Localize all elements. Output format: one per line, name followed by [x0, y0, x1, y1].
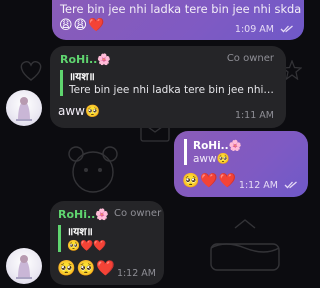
reply-preview[interactable]: RoHi..🌸 aww🥺 [184, 139, 294, 165]
reply-name: ॥यश॥ [69, 71, 95, 83]
reply-text: aww🥺 [193, 153, 230, 165]
message-text: aww🥺 [58, 104, 100, 118]
sender-name[interactable]: RoHi..🌸 [60, 53, 111, 66]
avatar[interactable] [6, 90, 42, 126]
incoming-message-2[interactable]: RoHi..🌸 Co owner ॥यश॥ Tere bin jee nhi l… [50, 46, 286, 128]
double-check-icon [280, 25, 293, 33]
incoming-message-4[interactable]: RoHi..🌸 Co owner ॥यश॥ 🥺❤️❤️ 🥺🥺❤️ 1:12 AM [50, 201, 164, 285]
message-text: Tere bin jee nhi ladka tere bin jee nhi … [60, 2, 302, 16]
avatar[interactable] [6, 248, 42, 284]
sender-name[interactable]: RoHi..🌸 [58, 208, 109, 221]
message-time: 1:11 AM [234, 110, 274, 121]
outgoing-message-1[interactable]: Tere bin jee nhi ladka tere bin jee nhi … [52, 0, 304, 40]
sender-role: Co owner [114, 208, 162, 219]
double-check-icon [284, 181, 297, 189]
message-emoji: 😩😩❤️ [59, 18, 106, 33]
sender-role: Co owner [226, 53, 274, 64]
cake-doodle-icon [210, 219, 280, 271]
message-time: 1:12 AM [116, 268, 156, 279]
bear-doodle-icon [68, 146, 118, 193]
avatar-icon [16, 255, 32, 279]
reply-name: RoHi..🌸 [193, 140, 242, 152]
avatar-icon [16, 97, 32, 121]
reply-text: Tere bin jee nhi ladka tere bin jee nhi … [69, 84, 274, 96]
reply-preview[interactable]: ॥यश॥ 🥺❤️❤️ [58, 225, 154, 252]
outgoing-message-3[interactable]: RoHi..🌸 aww🥺 🥺❤️❤️ 1:12 AM [174, 131, 308, 197]
message-emoji: 🥺🥺❤️ [57, 259, 117, 277]
reply-preview[interactable]: ॥यश॥ Tere bin jee nhi ladka tere bin jee… [60, 70, 274, 96]
heart-doodle-icon [20, 61, 42, 81]
message-emoji: 🥺❤️❤️ [182, 173, 238, 189]
message-time: 1:12 AM [239, 180, 298, 191]
reply-name: ॥यश॥ [67, 226, 93, 238]
reply-text: 🥺❤️❤️ [67, 240, 107, 252]
message-time: 1:09 AM [235, 24, 294, 35]
